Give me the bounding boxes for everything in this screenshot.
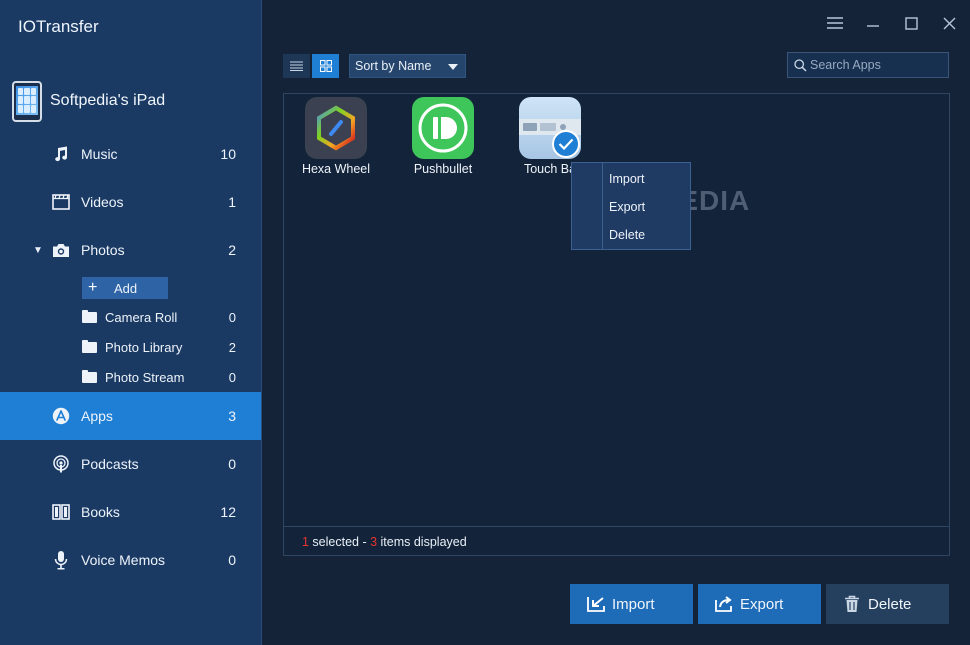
- app-tile-hexa-wheel[interactable]: Hexa Wheel: [296, 97, 376, 176]
- app-title: IOTransfer: [18, 17, 99, 36]
- selected-count: 1: [302, 534, 309, 549]
- pushbullet-icon: [412, 97, 474, 159]
- context-menu: Import Export Delete: [571, 162, 691, 250]
- import-label: Import: [612, 595, 655, 613]
- podcast-icon: [51, 454, 71, 474]
- folder-icon: [82, 309, 97, 323]
- import-button[interactable]: Import: [570, 584, 693, 624]
- selected-text: selected -: [308, 534, 371, 549]
- sidebar-item-count: 3: [228, 408, 236, 424]
- displayed-text: items displayed: [377, 534, 467, 549]
- sidebar-item-label: Music: [81, 146, 118, 162]
- list-view-icon: [290, 61, 303, 71]
- delete-button[interactable]: Delete: [826, 584, 949, 624]
- sidebar-item-podcasts[interactable]: Podcasts 0: [0, 440, 261, 488]
- subitem-label: Photo Library: [105, 339, 183, 355]
- sidebar-item-count: 12: [220, 504, 236, 520]
- menu-icon[interactable]: [826, 14, 844, 32]
- sidebar-subitem-camera-roll[interactable]: Camera Roll 0: [0, 305, 261, 329]
- search-input[interactable]: [810, 55, 944, 75]
- film-icon: [51, 192, 71, 212]
- list-view-button[interactable]: [283, 54, 310, 78]
- sidebar-item-count: 10: [220, 146, 236, 162]
- sidebar-item-label: Podcasts: [81, 456, 139, 472]
- maximize-icon[interactable]: [902, 14, 920, 32]
- add-photos-button[interactable]: + Add: [82, 277, 168, 299]
- search-box[interactable]: [787, 52, 949, 78]
- camera-icon: [51, 240, 71, 260]
- displayed-count: 3: [370, 534, 378, 549]
- dropdown-arrow-icon: [448, 64, 458, 70]
- grid-view-icon: [319, 60, 332, 72]
- import-icon: [585, 594, 607, 614]
- subitem-count: 0: [228, 309, 236, 325]
- sort-value: Sort by Name: [355, 59, 432, 73]
- folder-icon: [82, 369, 97, 383]
- sidebar: IOTransfer Softpedia's iPad Music 10 Vid…: [0, 0, 262, 645]
- sidebar-item-photos[interactable]: ▼ Photos 2: [0, 226, 261, 274]
- export-button[interactable]: Export: [698, 584, 821, 624]
- app-name: Pushbullet: [413, 162, 473, 176]
- delete-label: Delete: [868, 595, 912, 613]
- subitem-count: 2: [228, 339, 236, 355]
- book-icon: [51, 502, 71, 522]
- grid-view-button[interactable]: [312, 54, 339, 78]
- subitem-label: Camera Roll: [105, 309, 178, 325]
- sidebar-item-label: Apps: [81, 408, 113, 424]
- device-header[interactable]: Softpedia's iPad: [12, 80, 165, 122]
- context-menu-delete[interactable]: Delete: [609, 228, 645, 242]
- minimize-icon[interactable]: [864, 14, 882, 32]
- sidebar-subitem-photo-library[interactable]: Photo Library 2: [0, 335, 261, 359]
- status-bar: 1 selected - 3 items displayed: [283, 526, 950, 556]
- subitem-count: 0: [228, 369, 236, 385]
- folder-icon: [82, 339, 97, 353]
- add-label: Add: [114, 280, 138, 296]
- sidebar-item-books[interactable]: Books 12: [0, 488, 261, 536]
- hexa-wheel-icon: [305, 97, 367, 159]
- sidebar-item-apps[interactable]: Apps 3: [0, 392, 261, 440]
- plus-icon: +: [88, 279, 98, 296]
- ipad-icon: [12, 80, 42, 122]
- sidebar-item-count: 2: [228, 242, 236, 258]
- search-icon: [794, 59, 807, 72]
- sidebar-item-label: Books: [81, 504, 120, 520]
- expand-caret-icon[interactable]: ▼: [33, 245, 43, 256]
- sidebar-item-count: 1: [228, 194, 236, 210]
- trash-icon: [841, 594, 863, 614]
- sidebar-item-label: Photos: [81, 242, 125, 258]
- context-menu-gutter: [602, 163, 603, 249]
- subitem-label: Photo Stream: [105, 369, 185, 385]
- context-menu-export[interactable]: Export: [609, 200, 645, 214]
- sidebar-item-label: Videos: [81, 194, 124, 210]
- close-icon[interactable]: [940, 14, 958, 32]
- app-store-icon: [51, 406, 71, 426]
- sidebar-item-label: Voice Memos: [81, 552, 166, 568]
- sort-dropdown[interactable]: Sort by Name: [349, 54, 466, 78]
- app-name: Hexa Wheel: [301, 162, 371, 176]
- context-menu-import[interactable]: Import: [609, 172, 644, 186]
- sidebar-subitem-photo-stream[interactable]: Photo Stream 0: [0, 365, 261, 389]
- touch-bar-icon: [519, 97, 581, 159]
- sidebar-item-count: 0: [228, 456, 236, 472]
- microphone-icon: [51, 550, 71, 570]
- export-icon: [713, 594, 735, 614]
- sidebar-item-voice-memos[interactable]: Voice Memos 0: [0, 536, 261, 584]
- app-tile-pushbullet[interactable]: Pushbullet: [403, 97, 483, 176]
- device-name: Softpedia's iPad: [50, 92, 166, 109]
- selected-check-icon: [552, 130, 580, 158]
- music-note-icon: [51, 144, 71, 164]
- sidebar-item-music[interactable]: Music 10: [0, 130, 261, 178]
- sidebar-item-count: 0: [228, 552, 236, 568]
- sidebar-item-videos[interactable]: Videos 1: [0, 178, 261, 226]
- export-label: Export: [740, 595, 784, 613]
